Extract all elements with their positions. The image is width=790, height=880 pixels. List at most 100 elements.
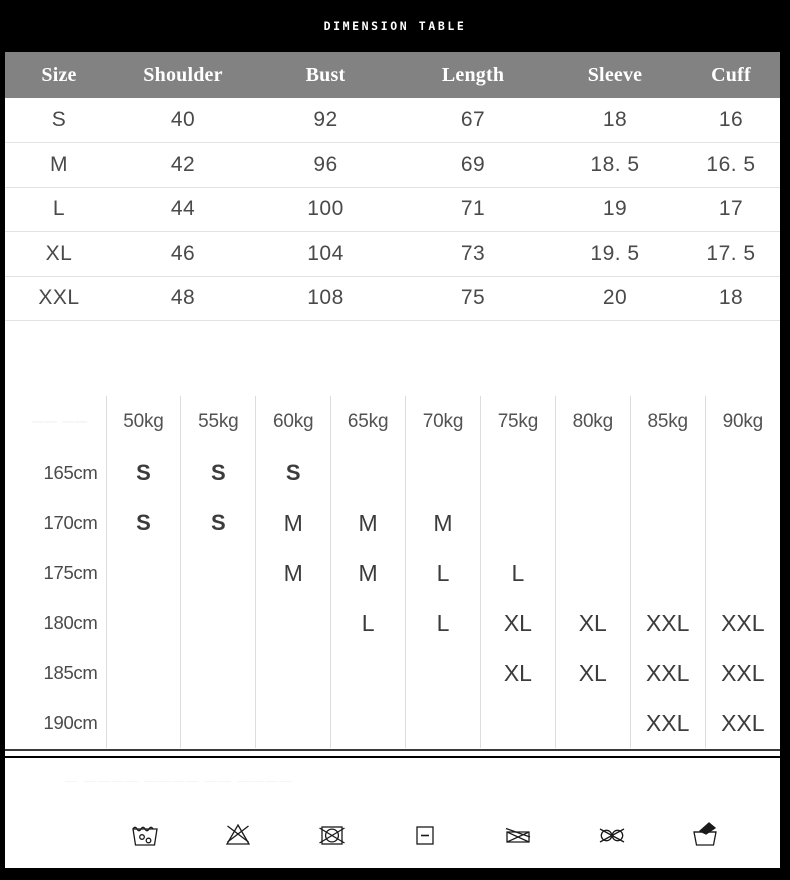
grid-cell: M	[330, 498, 406, 548]
care-symbol-row	[125, 812, 725, 858]
cell-length: 69	[398, 142, 548, 188]
grid-cell	[629, 448, 706, 498]
section-divider	[5, 749, 780, 751]
weight-header-50kg: 50kg	[105, 396, 181, 448]
grid-corner-cell: —— ——	[5, 396, 106, 448]
care-instructions-panel: — ———— ———— —— ————	[5, 758, 780, 868]
cell-cuff: 18	[682, 276, 780, 321]
size-chart-page: DIMENSION TABLE Size Shoulder Bust Lengt…	[0, 0, 790, 880]
grid-cell: XL	[554, 648, 631, 698]
cell-sleeve: 19	[548, 187, 682, 232]
grid-cell	[105, 598, 181, 648]
grid-cell: XL	[554, 598, 631, 648]
grid-cell	[629, 498, 706, 548]
grid-cell	[479, 498, 556, 548]
do-not-dry-clean-icon	[592, 815, 632, 855]
column-header-length: Length	[398, 52, 548, 98]
grid-cell: M	[255, 548, 331, 598]
cell-bust: 92	[253, 98, 398, 143]
grid-cell	[255, 648, 331, 698]
weight-header-75kg: 75kg	[479, 396, 556, 448]
grid-cell	[704, 548, 780, 598]
cell-size: M	[5, 142, 113, 188]
do-not-tumble-dry-icon	[312, 815, 352, 855]
cell-length: 67	[398, 98, 548, 143]
cell-sleeve: 18. 5	[548, 142, 682, 188]
grid-cell	[105, 548, 181, 598]
height-label-165cm: 165cm	[43, 462, 98, 483]
weight-header-70kg: 70kg	[405, 396, 481, 448]
grid-cell	[255, 698, 331, 748]
table-row: XL 46 104 73 19. 5 17. 5	[5, 231, 780, 277]
cell-sleeve: 19. 5	[548, 231, 682, 277]
weight-header-55kg: 55kg	[180, 396, 256, 448]
grid-cell	[180, 598, 256, 648]
grid-cell	[629, 548, 706, 598]
size-recommendation-grid: —— —— 50kg 55kg 60kg 65kg 70kg 75kg 80kg…	[5, 346, 780, 756]
ghost-care-note: — ———— ———— —— ————	[65, 774, 293, 788]
table-row: XXL 48 108 75 20 18	[5, 276, 780, 321]
grid-cell: XXL	[704, 648, 780, 698]
weight-header-80kg: 80kg	[554, 396, 631, 448]
grid-cell	[405, 698, 481, 748]
weight-header-85kg: 85kg	[629, 396, 706, 448]
page-title: DIMENSION TABLE	[323, 19, 467, 33]
weight-header-60kg: 60kg	[255, 396, 331, 448]
grid-cell: XL	[479, 648, 556, 698]
height-label-175cm: 175cm	[43, 562, 98, 583]
column-header-sleeve: Sleeve	[548, 52, 682, 98]
grid-cell: XL	[479, 598, 556, 648]
grid-cell	[330, 698, 406, 748]
cell-bust: 108	[253, 276, 398, 321]
chart-sheet: Size Shoulder Bust Length Sleeve Cuff S …	[5, 52, 780, 756]
cell-bust: 96	[253, 142, 398, 188]
grid-cell	[554, 498, 631, 548]
ghost-corner-text: —— ——	[31, 414, 89, 428]
height-label-190cm: 190cm	[43, 712, 98, 733]
cell-sleeve: 18	[548, 98, 682, 143]
cell-cuff: 17. 5	[682, 231, 780, 277]
iron-low-heat-icon	[405, 815, 445, 855]
grid-cell: S	[105, 498, 181, 548]
height-label-170cm: 170cm	[43, 512, 98, 533]
grid-cell	[330, 448, 406, 498]
grid-cell	[405, 648, 481, 698]
grid-cell: L	[405, 598, 481, 648]
grid-cell: L	[405, 548, 481, 598]
cell-cuff: 17	[682, 187, 780, 232]
grid-row: 190cm XXL XXL	[5, 698, 780, 748]
grid-row: 170cm S S M M M	[5, 498, 780, 548]
cell-shoulder: 40	[113, 98, 253, 143]
grid-cell	[330, 648, 406, 698]
cell-size: L	[5, 187, 113, 232]
cell-bust: 104	[253, 231, 398, 277]
cell-cuff: 16. 5	[682, 142, 780, 188]
cell-size: XXL	[5, 276, 113, 321]
grid-cell	[554, 698, 631, 748]
grid-cell	[704, 448, 780, 498]
column-header-shoulder: Shoulder	[113, 52, 253, 98]
height-weight-table: —— —— 50kg 55kg 60kg 65kg 70kg 75kg 80kg…	[5, 396, 780, 748]
grid-header-row: —— —— 50kg 55kg 60kg 65kg 70kg 75kg 80kg…	[5, 396, 780, 448]
cell-bust: 100	[253, 187, 398, 232]
cell-length: 71	[398, 187, 548, 232]
cell-shoulder: 42	[113, 142, 253, 188]
dimension-table-header-row: Size Shoulder Bust Length Sleeve Cuff	[5, 52, 780, 98]
cell-cuff: 16	[682, 98, 780, 143]
grid-cell	[180, 698, 256, 748]
grid-cell	[105, 648, 181, 698]
grid-cell	[554, 448, 631, 498]
grid-row: 185cm XL XL XXL XXL	[5, 648, 780, 698]
grid-cell	[105, 698, 181, 748]
grid-cell: XXL	[629, 598, 706, 648]
do-not-bleach-icon	[218, 815, 258, 855]
table-row: S 40 92 67 18 16	[5, 98, 780, 143]
grid-cell: S	[255, 448, 331, 498]
grid-cell: L	[330, 598, 406, 648]
grid-cell: XXL	[629, 648, 706, 698]
height-label-180cm: 180cm	[43, 612, 98, 633]
grid-cell: XXL	[704, 598, 780, 648]
table-row: L 44 100 71 19 17	[5, 187, 780, 232]
grid-cell: XXL	[629, 698, 706, 748]
height-label-185cm: 185cm	[43, 662, 98, 683]
